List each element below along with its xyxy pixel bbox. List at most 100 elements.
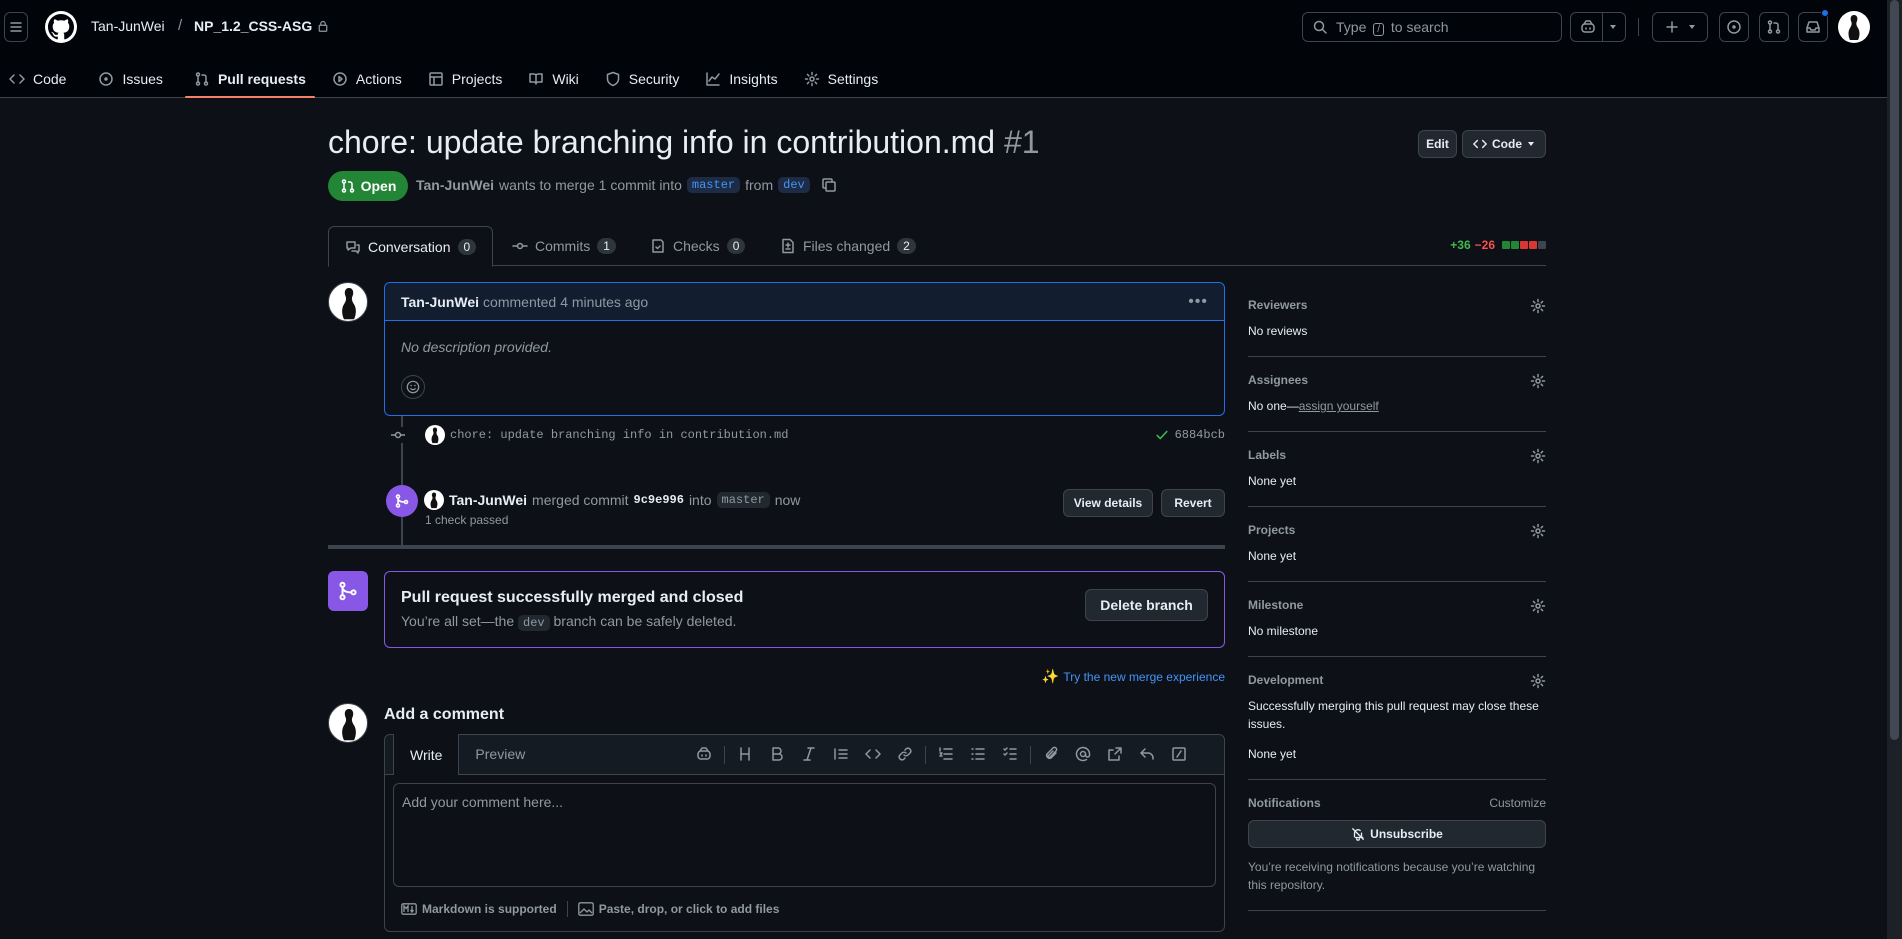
merge-status-icon (328, 571, 368, 611)
unordered-list-button[interactable] (962, 746, 994, 764)
gear-icon[interactable] (1530, 673, 1546, 689)
preview-tab[interactable]: Preview (459, 734, 541, 774)
menu-button[interactable] (4, 12, 28, 42)
revert-button[interactable]: Revert (1161, 489, 1225, 517)
repo-link[interactable]: NP_1.2_CSS-ASG (194, 18, 329, 34)
bold-button[interactable] (761, 746, 793, 764)
tab-insights[interactable]: Insights (696, 60, 786, 98)
check-icon[interactable] (1155, 428, 1169, 442)
task-list-button[interactable] (994, 746, 1026, 764)
commit-sha[interactable]: 6884bcb (1175, 428, 1225, 442)
repo-nav: Code Issues Pull requests Actions Projec… (0, 60, 887, 98)
slash-commands-button[interactable] (1163, 746, 1195, 764)
attach-files-link[interactable]: Paste, drop, or click to add files (577, 902, 779, 916)
comment-textarea[interactable]: Add your comment here... (393, 783, 1216, 887)
kebab-menu-icon[interactable]: ••• (1188, 293, 1208, 311)
commenter-avatar[interactable] (328, 282, 368, 322)
pull-requests-button[interactable] (1759, 12, 1789, 42)
checks-status[interactable]: 1 check passed (425, 513, 508, 527)
unsubscribe-button[interactable]: Unsubscribe (1248, 820, 1546, 848)
code-button[interactable] (857, 746, 889, 764)
copy-icon[interactable] (821, 177, 837, 193)
viewer-avatar[interactable] (328, 703, 368, 743)
labels-section: Labels None yet (1248, 432, 1546, 507)
commit-message[interactable]: chore: update branching info in contribu… (450, 428, 788, 442)
delete-branch-button[interactable]: Delete branch (1085, 589, 1208, 621)
tab-pull-requests[interactable]: Pull requests (184, 60, 315, 98)
diffstat[interactable]: +36 −26 (1450, 238, 1546, 252)
checklist-icon (652, 239, 664, 253)
heading-button[interactable] (729, 746, 761, 764)
tab-issues[interactable]: Issues (89, 60, 171, 98)
milestone-label: Milestone (1248, 598, 1304, 612)
user-avatar[interactable] (1838, 11, 1870, 43)
mention-button[interactable] (1067, 746, 1099, 764)
assign-yourself-link[interactable]: assign yourself (1299, 399, 1379, 413)
quote-button[interactable] (825, 746, 857, 764)
customize-link[interactable]: Customize (1489, 796, 1546, 810)
gear-icon[interactable] (1530, 298, 1546, 314)
tab-wiki[interactable]: Wiki (519, 60, 587, 98)
page-scrollbar[interactable] (1887, 0, 1902, 939)
milestone-section: Milestone No milestone (1248, 582, 1546, 657)
owner-link[interactable]: Tan-JunWei (91, 18, 165, 34)
reviewers-value: No reviews (1248, 324, 1308, 338)
issues-button[interactable] (1719, 12, 1749, 42)
try-new-merge-link[interactable]: ✨ Try the new merge experience (1042, 668, 1225, 685)
base-branch[interactable]: master (686, 177, 741, 193)
merge-time[interactable]: now (775, 492, 801, 508)
tab-label: Commits (535, 238, 591, 254)
github-logo-icon[interactable] (45, 11, 77, 43)
search-input[interactable]: Type / to search (1302, 12, 1562, 42)
merge-target-branch[interactable]: master (716, 492, 770, 508)
issue-opened-icon (99, 72, 114, 86)
copilot-button[interactable] (1570, 12, 1626, 42)
tab-files-changed[interactable]: Files changed 2 (764, 226, 932, 266)
tab-projects[interactable]: Projects (419, 60, 512, 98)
tab-code[interactable]: Code (0, 60, 75, 98)
gear-icon[interactable] (1530, 598, 1546, 614)
gear-icon[interactable] (1530, 373, 1546, 389)
edit-button[interactable]: Edit (1418, 130, 1457, 158)
head-branch[interactable]: dev (778, 177, 810, 193)
tab-security[interactable]: Security (596, 60, 689, 98)
repo-name[interactable]: NP_1.2_CSS-ASG (194, 18, 312, 34)
comment-author[interactable]: Tan-JunWei (401, 294, 479, 310)
copilot-toolbar-button[interactable] (688, 746, 720, 764)
merger-avatar[interactable] (424, 490, 444, 510)
code-dropdown-button[interactable]: Code (1462, 130, 1546, 158)
development-value: None yet (1248, 747, 1297, 761)
gear-icon[interactable] (1530, 448, 1546, 464)
projects-value: None yet (1248, 549, 1297, 563)
saved-replies-button[interactable] (1131, 746, 1163, 764)
graph-icon (706, 72, 721, 86)
chevron-down-icon (1689, 25, 1695, 29)
add-reaction-button[interactable] (401, 375, 425, 399)
create-new-button[interactable] (1652, 12, 1708, 42)
diffstat-bar (1502, 241, 1546, 249)
tab-commits[interactable]: Commits 1 (496, 226, 632, 266)
cross-reference-button[interactable] (1099, 746, 1131, 764)
lock-icon (318, 20, 328, 32)
link-icon (898, 747, 912, 761)
markdown-supported-link[interactable]: Markdown is supported (401, 902, 557, 916)
scrollbar-thumb[interactable] (1890, 0, 1899, 740)
view-details-button[interactable]: View details (1063, 489, 1153, 517)
ordered-list-button[interactable] (930, 746, 962, 764)
merger-name[interactable]: Tan-JunWei (449, 492, 527, 508)
breadcrumb-separator: / (178, 17, 183, 34)
tab-checks[interactable]: Checks 0 (634, 226, 761, 266)
comment-time[interactable]: 4 minutes ago (560, 294, 648, 310)
gear-icon[interactable] (1530, 523, 1546, 539)
merge-commit-sha[interactable]: 9c9e996 (634, 493, 684, 507)
tab-conversation[interactable]: Conversation 0 (328, 226, 494, 267)
tab-actions[interactable]: Actions (323, 60, 411, 98)
pull-request-icon (341, 179, 354, 193)
link-button[interactable] (889, 746, 921, 764)
attach-button[interactable] (1035, 746, 1067, 764)
tab-settings[interactable]: Settings (795, 60, 888, 98)
pr-author-link[interactable]: Tan-JunWei (416, 177, 494, 193)
commit-author-avatar[interactable] (425, 425, 445, 445)
write-tab[interactable]: Write (393, 734, 460, 775)
italic-button[interactable] (793, 746, 825, 764)
